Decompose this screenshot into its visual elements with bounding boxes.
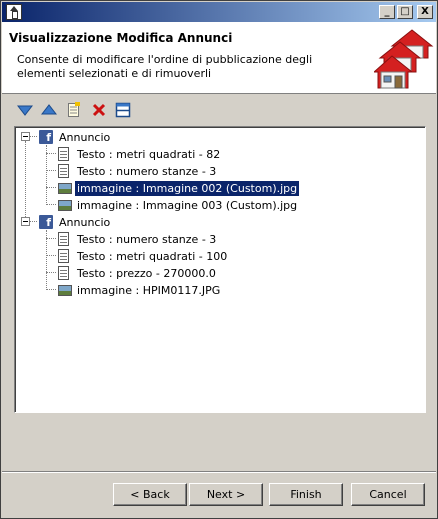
text-document-icon	[58, 164, 69, 178]
move-down-button[interactable]	[15, 100, 34, 119]
delete-button[interactable]	[89, 100, 108, 119]
tree-item-image-selected[interactable]: immagine : Immagine 002 (Custom).jpg	[58, 180, 300, 196]
delete-icon	[92, 103, 105, 116]
tree-item-text[interactable]: Testo : numero stanze - 3	[58, 231, 218, 247]
maximize-button[interactable]: □	[397, 5, 413, 19]
finish-button[interactable]: Finish	[269, 483, 343, 506]
tree-item-text[interactable]: Testo : metri quadrati - 82	[58, 146, 222, 162]
tree-item-label: Testo : numero stanze - 3	[77, 164, 217, 178]
facebook-icon: f	[39, 130, 53, 144]
tree-item-text[interactable]: Testo : metri quadrati - 100	[58, 248, 229, 264]
image-icon	[58, 199, 72, 211]
minimize-button[interactable]: _	[379, 5, 395, 19]
back-button[interactable]: < Back	[113, 483, 187, 506]
tree-group-label: Annuncio	[59, 130, 111, 144]
tree-group-label: Annuncio	[59, 215, 111, 229]
tree-group-annuncio[interactable]: f Annuncio	[39, 129, 112, 145]
document-icon	[67, 101, 80, 117]
image-icon	[58, 284, 72, 296]
title-bar[interactable]: _ □ X	[2, 2, 436, 22]
wizard-window: _ □ X Visualizzazione Modifica Annunci C…	[0, 0, 438, 519]
page-title: Visualizzazione Modifica Annunci	[9, 31, 233, 45]
move-down-icon	[16, 105, 33, 116]
move-up-icon	[40, 103, 57, 114]
tree-group-annuncio[interactable]: f Annuncio	[39, 214, 112, 230]
split-button[interactable]	[113, 100, 132, 119]
close-button[interactable]: X	[417, 5, 433, 19]
tree-item-label: immagine : HPIM0117.JPG	[77, 283, 221, 297]
tree-item-image[interactable]: immagine : HPIM0117.JPG	[58, 282, 222, 298]
tree-item-label: Testo : numero stanze - 3	[77, 232, 217, 246]
text-document-icon	[58, 249, 69, 263]
text-document-icon	[58, 232, 69, 246]
facebook-icon: f	[39, 215, 53, 229]
text-document-icon	[58, 266, 69, 280]
tree-item-label: immagine : Immagine 003 (Custom).jpg	[77, 198, 298, 212]
cancel-button[interactable]: Cancel	[351, 483, 425, 506]
document-button[interactable]	[64, 100, 83, 119]
tree-item-label: immagine : Immagine 002 (Custom).jpg	[75, 180, 300, 196]
tree-item-text[interactable]: Testo : numero stanze - 3	[58, 163, 218, 179]
tree-item-label: Testo : metri quadrati - 82	[77, 147, 221, 161]
page-description: Consente di modificare l'ordine di pubbl…	[17, 53, 313, 80]
tree-view[interactable]: f Annuncio Testo : metri quadrati - 82 T…	[14, 126, 426, 413]
move-up-button[interactable]	[39, 100, 58, 119]
wizard-header: Visualizzazione Modifica Annunci Consent…	[2, 22, 436, 94]
footer-separator	[2, 471, 436, 473]
tree-item-text[interactable]: Testo : prezzo - 270000.0	[58, 265, 218, 281]
collapse-toggle[interactable]	[21, 132, 30, 141]
tree-item-image[interactable]: immagine : Immagine 003 (Custom).jpg	[58, 197, 299, 213]
collapse-toggle[interactable]	[21, 217, 30, 226]
tree-item-label: Testo : prezzo - 270000.0	[77, 266, 216, 280]
split-icon	[115, 102, 130, 117]
next-button[interactable]: Next >	[189, 483, 263, 506]
app-home-icon	[6, 4, 22, 20]
text-document-icon	[58, 147, 69, 161]
tree-item-label: Testo : metri quadrati - 100	[77, 249, 228, 263]
houses-logo-icon	[374, 29, 434, 89]
image-icon	[58, 182, 72, 194]
